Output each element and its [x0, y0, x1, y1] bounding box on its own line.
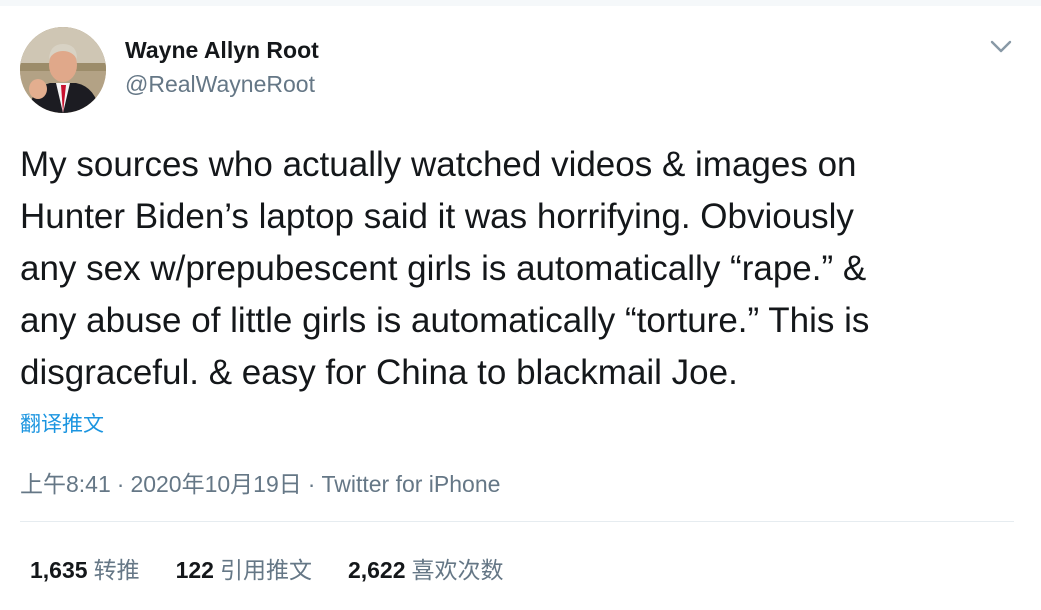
tweet-source[interactable]: Twitter for iPhone: [321, 471, 500, 497]
translate-tweet-link[interactable]: 翻译推文: [20, 408, 104, 438]
quotes-label: 引用推文: [219, 557, 312, 583]
retweets-stat[interactable]: 1,635 转推: [30, 551, 140, 585]
tweet-text: My sources who actually watched videos &…: [20, 139, 1020, 399]
top-border: [0, 0, 1041, 6]
tweet-text-line: My sources who actually watched videos &…: [20, 145, 857, 184]
tweet-stats: 1,635 转推 122 引用推文 2,622 喜欢次数: [30, 551, 504, 585]
retweets-label: 转推: [93, 557, 140, 583]
avatar-image: [20, 27, 106, 113]
chevron-down-icon[interactable]: [988, 34, 1014, 58]
meta-separator: ·: [307, 471, 316, 497]
tweet-metadata: 上午8:41 · 2020年10月19日 · Twitter for iPhone: [20, 465, 500, 499]
tweet-text-line: any abuse of little girls is automatical…: [20, 301, 870, 340]
tweet-text-line: Hunter Biden’s laptop said it was horrif…: [20, 197, 854, 236]
divider: [20, 521, 1014, 522]
author-name[interactable]: Wayne Allyn Root: [125, 37, 319, 64]
tweet-text-line: disgraceful. & easy for China to blackma…: [20, 353, 738, 392]
likes-count: 2,622: [347, 557, 406, 583]
tweet-card: Wayne Allyn Root @RealWayneRoot My sourc…: [0, 0, 1041, 610]
meta-separator: ·: [116, 471, 125, 497]
quotes-count: 122: [175, 557, 214, 583]
likes-label: 喜欢次数: [411, 557, 504, 583]
quotes-stat[interactable]: 122 引用推文: [176, 551, 312, 585]
tweet-time[interactable]: 上午8:41: [20, 471, 111, 497]
author-handle[interactable]: @RealWayneRoot: [125, 71, 315, 98]
retweets-count: 1,635: [30, 557, 88, 583]
tweet-date[interactable]: 2020年10月19日: [130, 471, 301, 497]
avatar[interactable]: [20, 27, 106, 113]
likes-stat[interactable]: 2,622 喜欢次数: [348, 551, 504, 585]
tweet-text-line: any sex w/prepubescent girls is automati…: [20, 249, 867, 288]
